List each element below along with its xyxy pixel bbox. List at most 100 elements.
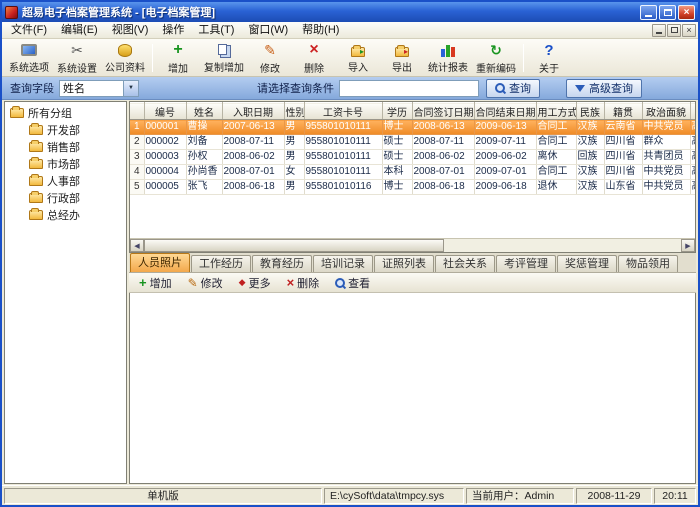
scroll-left-button[interactable]: ◀ (130, 239, 144, 252)
detail-more-button[interactable]: ◆ 更多 (232, 274, 278, 292)
detail-view-button[interactable]: 查看 (328, 274, 377, 292)
tree-item-admin-dept[interactable]: 行政部 (5, 189, 126, 206)
search-icon (495, 83, 505, 93)
tab-certificates[interactable]: 证照列表 (374, 255, 434, 272)
col-header-gender[interactable]: 性别 (284, 103, 304, 120)
horizontal-scrollbar[interactable]: ◀ ▶ (130, 238, 695, 252)
col-header-contract-start[interactable]: 合同签订日期 (412, 103, 474, 120)
system-settings-button[interactable]: ✂ 系统设置 (53, 41, 101, 75)
tab-photo[interactable]: 人员照片 (130, 253, 190, 272)
toolbar-separator (523, 44, 524, 72)
col-header-contract-end[interactable]: 合同结束日期 (474, 103, 536, 120)
menu-item-tools[interactable]: 工具(T) (191, 22, 241, 38)
tab-rewards-punishments[interactable]: 奖惩管理 (557, 255, 617, 272)
table-row[interactable]: 2 000002 刘备 2008-07-11 男 955801010111 硕士… (130, 135, 696, 150)
tree-item-dev-dept[interactable]: 开发部 (5, 121, 126, 138)
status-db-path: E:\cySoft\data\tmpcy.sys (324, 488, 464, 504)
recode-button[interactable]: ↻ 重新编码 (472, 41, 520, 75)
import-button[interactable]: ▸ 导入 (336, 41, 380, 75)
add-button[interactable]: + 增加 (156, 41, 200, 75)
query-condition-input[interactable] (339, 80, 479, 97)
tab-item-borrowing[interactable]: 物品领用 (618, 255, 678, 272)
tab-education-history[interactable]: 教育经历 (252, 255, 312, 272)
tab-social-relations[interactable]: 社会关系 (435, 255, 495, 272)
close-button[interactable]: × (678, 5, 695, 20)
col-header-political-status[interactable]: 政治面貌 (642, 103, 690, 120)
chevron-down-icon[interactable]: ▼ (123, 81, 138, 96)
maximize-button[interactable] (659, 5, 676, 20)
search-button[interactable]: 查询 (486, 79, 540, 98)
col-header-employment-type[interactable]: 用工方式 (536, 103, 576, 120)
menu-item-view[interactable]: 视图(V) (105, 22, 156, 38)
delete-button[interactable]: × 删除 (292, 41, 336, 75)
open-folder-icon (10, 108, 24, 118)
mdi-minimize-button[interactable] (652, 24, 666, 37)
mdi-close-button[interactable]: × (682, 24, 696, 37)
cell: 群众 (642, 135, 690, 150)
table-row-selected[interactable]: 1 000001 曹操 2007-06-13 男 955801010111 博士… (130, 120, 696, 135)
detail-delete-button[interactable]: × 删除 (280, 274, 327, 292)
menu-item-help[interactable]: 帮助(H) (295, 22, 346, 38)
company-info-button[interactable]: 公司资料 (101, 41, 149, 75)
scroll-right-button[interactable]: ▶ (681, 239, 695, 252)
cell: 博士 (382, 180, 412, 195)
cell: 2008-07-11 (222, 135, 284, 150)
menu-item-window[interactable]: 窗口(W) (241, 22, 295, 38)
col-header-name[interactable]: 姓名 (186, 103, 222, 120)
cell: 2009-06-13 (474, 120, 536, 135)
menu-item-operate[interactable]: 操作 (155, 22, 191, 38)
tab-training-records[interactable]: 培训记录 (313, 255, 373, 272)
cell: 孙尚香 (186, 165, 222, 180)
system-options-icon (21, 43, 37, 58)
advanced-search-button[interactable]: 高级查询 (566, 79, 642, 98)
tree-item-sales-dept[interactable]: 销售部 (5, 138, 126, 155)
tab-work-history[interactable]: 工作经历 (191, 255, 251, 272)
row-number: 4 (130, 165, 144, 180)
import-icon: ▸ (351, 43, 365, 58)
tree-item-hr-dept[interactable]: 人事部 (5, 172, 126, 189)
tree-item-market-dept[interactable]: 市场部 (5, 155, 126, 172)
tree-item-gm-office[interactable]: 总经办 (5, 206, 126, 223)
copy-add-button[interactable]: 复制增加 (200, 41, 248, 75)
query-field-select[interactable]: 姓名 ▼ (59, 80, 139, 97)
col-header-id[interactable]: 编号 (144, 103, 186, 120)
statistics-report-button[interactable]: 统计报表 (424, 41, 472, 75)
folder-icon (29, 142, 43, 152)
about-button[interactable]: ? 关于 (527, 41, 571, 75)
export-button[interactable]: ▸ 导出 (380, 41, 424, 75)
window-controls: × (640, 5, 695, 20)
table-row[interactable]: 5 000005 张飞 2008-06-18 男 955801010116 博士… (130, 180, 696, 195)
col-header-ethnicity[interactable]: 民族 (576, 103, 604, 120)
col-header-salary-card[interactable]: 工资卡号 (304, 103, 382, 120)
table-row[interactable]: 3 000003 孙权 2008-06-02 男 955801010111 硕士… (130, 150, 696, 165)
cell: 2009-06-18 (474, 180, 536, 195)
cell: 000001 (144, 120, 186, 135)
col-header-education[interactable]: 学历 (382, 103, 412, 120)
modify-button[interactable]: ✎ 修改 (248, 41, 292, 75)
magnifier-icon (335, 278, 345, 288)
menu-item-file[interactable]: 文件(F) (4, 22, 54, 38)
tree-root-all-groups[interactable]: 所有分组 (5, 104, 126, 121)
col-header-hire-date[interactable]: 入职日期 (222, 103, 284, 120)
app-window: 超易电子档案管理系统 - [电子档案管理] × 文件(F) 编辑(E) 视图(V… (0, 0, 700, 507)
tab-evaluation[interactable]: 考评管理 (496, 255, 556, 272)
about-icon: ? (544, 42, 553, 59)
cell: 2008-06-18 (412, 180, 474, 195)
cell: 2008-06-18 (222, 180, 284, 195)
col-header-clipped[interactable]: 扶 (690, 103, 696, 120)
system-options-button[interactable]: 系统选项 (5, 41, 53, 75)
mdi-restore-button[interactable] (667, 24, 681, 37)
col-header-native-place[interactable]: 籍贯 (604, 103, 642, 120)
detail-modify-button[interactable]: ✎ 修改 (181, 274, 230, 292)
query-bar: 查询字段 姓名 ▼ 请选择查询条件 查询 高级查询 (2, 77, 698, 100)
menu-item-edit[interactable]: 编辑(E) (54, 22, 105, 38)
detail-add-button[interactable]: + 增加 (132, 274, 179, 292)
group-tree-panel: 所有分组 开发部 销售部 市场部 人事部 行政部 (4, 101, 127, 484)
folder-icon (29, 125, 43, 135)
minimize-button[interactable] (640, 5, 657, 20)
cell: 000005 (144, 180, 186, 195)
table-row[interactable]: 4 000004 孙尚香 2008-07-01 女 955801010111 本… (130, 165, 696, 180)
scrollbar-thumb[interactable] (144, 239, 444, 252)
col-header-rownum[interactable] (130, 103, 144, 120)
tree-item-label: 开发部 (47, 122, 80, 138)
